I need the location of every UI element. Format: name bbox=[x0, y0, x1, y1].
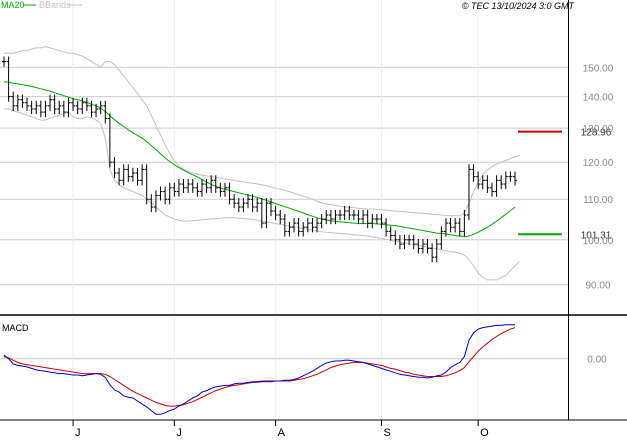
macd-title: MACD bbox=[2, 323, 29, 333]
legend-bbands: BBands bbox=[39, 0, 71, 10]
price-tick-label: 100.00 bbox=[583, 236, 614, 247]
price-tick-label: 90.00 bbox=[585, 281, 610, 292]
x-tick-label: J bbox=[75, 427, 81, 439]
price-tick-label: 150.00 bbox=[583, 63, 614, 74]
macd-y-axis: 0.00 bbox=[587, 355, 607, 366]
x-tick-label: J bbox=[176, 427, 182, 439]
legend-ma20: MA20 bbox=[1, 0, 25, 10]
price-tick-label: 120.00 bbox=[583, 158, 614, 169]
macd-tick-label: 0.00 bbox=[587, 355, 607, 366]
price-tick-label: 130.00 bbox=[583, 124, 614, 135]
stock-chart: 128.96101.31 90.00100.00110.00120.00130.… bbox=[0, 0, 627, 440]
x-tick-label: O bbox=[480, 427, 489, 439]
x-tick-label: S bbox=[383, 427, 390, 439]
copyright-label: © TEC 13/10/2024 3:0 GMT bbox=[462, 1, 576, 11]
price-tick-label: 140.00 bbox=[583, 93, 614, 104]
price-tick-label: 110.00 bbox=[583, 195, 613, 206]
x-tick-label: A bbox=[278, 427, 286, 439]
